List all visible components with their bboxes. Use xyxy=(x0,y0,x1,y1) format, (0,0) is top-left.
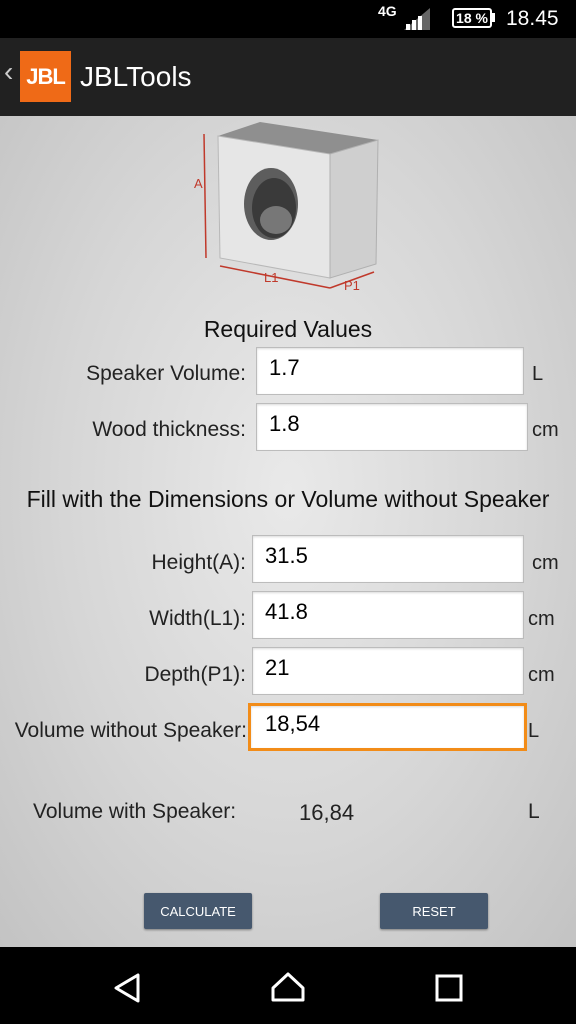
volume-with-speaker-unit: L xyxy=(528,800,540,823)
speaker-volume-label: Speaker Volume: xyxy=(86,362,246,385)
system-navigation-bar xyxy=(0,947,576,1024)
up-navigation-icon[interactable]: ‹ xyxy=(4,56,13,88)
dimension-label-l1: L1 xyxy=(264,270,278,285)
depth-value: 21 xyxy=(265,655,290,680)
speaker-volume-unit: L xyxy=(532,363,544,385)
volume-without-speaker-unit: L xyxy=(528,720,540,742)
status-bar: 4G 18 % 18.45 xyxy=(0,0,576,38)
volume-without-speaker-label: Volume without Speaker: xyxy=(14,719,247,742)
width-unit: cm xyxy=(528,608,555,630)
calculate-button-label: CALCULATE xyxy=(160,903,236,919)
volume-with-speaker-value: 16,84 xyxy=(299,800,355,825)
width-value: 41.8 xyxy=(265,599,308,624)
main-content: A L1 P1 Required Values Speaker Volume: … xyxy=(0,116,576,947)
wood-thickness-label: Wood thickness: xyxy=(92,418,246,441)
recents-icon[interactable] xyxy=(434,973,464,1003)
speaker-volume-value: 1.7 xyxy=(269,355,300,380)
reset-button[interactable]: RESET xyxy=(380,893,488,929)
wood-thickness-value: 1.8 xyxy=(269,411,300,436)
height-input[interactable]: 31.5 xyxy=(252,535,524,583)
height-label: Height(A): xyxy=(151,551,246,574)
app-title: JBLTools xyxy=(80,61,192,92)
calculate-button[interactable]: CALCULATE xyxy=(144,893,252,929)
clock: 18.45 xyxy=(506,7,559,30)
speaker-box-illustration: A L1 P1 xyxy=(194,122,379,293)
width-input[interactable]: 41.8 xyxy=(252,591,524,639)
network-type: 4G xyxy=(378,3,397,19)
wood-thickness-unit: cm xyxy=(532,419,559,441)
battery-level: 18 % xyxy=(456,10,488,26)
reset-button-label: RESET xyxy=(412,903,456,919)
home-icon[interactable] xyxy=(270,971,306,1003)
volume-without-speaker-input[interactable]: 18,54 xyxy=(248,703,527,751)
dimensions-heading: Fill with the Dimensions or Volume witho… xyxy=(26,486,550,512)
battery-tip xyxy=(492,13,495,22)
back-icon[interactable] xyxy=(112,972,144,1004)
speaker-volume-input[interactable]: 1.7 xyxy=(256,347,524,395)
dimension-label-a: A xyxy=(194,176,203,191)
width-label: Width(L1): xyxy=(149,607,246,630)
signal-icon xyxy=(404,8,430,30)
height-unit: cm xyxy=(532,552,559,574)
wood-thickness-input[interactable]: 1.8 xyxy=(256,403,528,451)
height-value: 31.5 xyxy=(265,543,308,568)
depth-input[interactable]: 21 xyxy=(252,647,524,695)
depth-unit: cm xyxy=(528,664,555,686)
app-bar: ‹ JBL JBLTools xyxy=(0,38,576,116)
app-logo[interactable]: JBL xyxy=(20,51,71,102)
volume-without-speaker-value: 18,54 xyxy=(265,711,321,736)
required-values-heading: Required Values xyxy=(203,316,373,342)
dimension-label-p1: P1 xyxy=(344,278,360,293)
depth-label: Depth(P1): xyxy=(144,663,246,686)
battery-icon: 18 % xyxy=(452,8,492,28)
volume-with-speaker-label: Volume with Speaker: xyxy=(33,800,237,823)
logo-text: JBL xyxy=(26,63,66,89)
